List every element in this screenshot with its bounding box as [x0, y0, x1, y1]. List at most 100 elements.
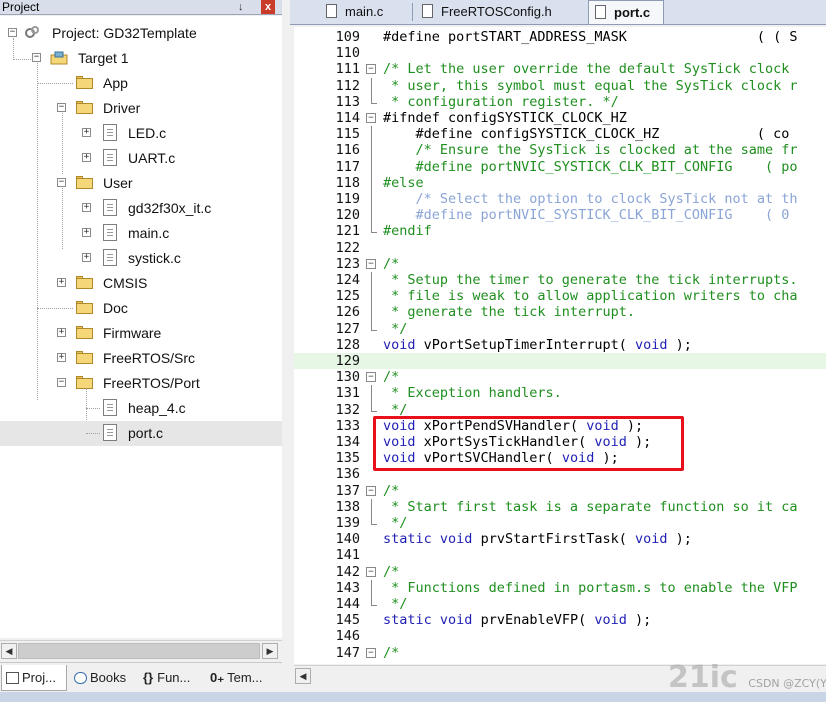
line-number: 126 [335, 304, 360, 321]
code-line[interactable]: 122 [294, 240, 826, 256]
tree-node-label: heap_4.c [128, 400, 186, 416]
code-line[interactable]: 140 static void prvStartFirstTask( void )… [294, 531, 826, 547]
tree-node-folder-freertos-src[interactable]: + FreeRTOS/Src [0, 346, 282, 371]
fold-toggle-icon[interactable]: − [366, 485, 376, 496]
pin-icon[interactable]: ↓ [238, 0, 244, 15]
fold-toggle-icon[interactable]: − [366, 113, 376, 123]
tab-templates[interactable]: 0₊ Tem... [207, 665, 281, 691]
tree-node-folder-driver[interactable]: − Driver [0, 96, 282, 121]
code-line[interactable]: 131 * Exception handlers. [294, 385, 826, 402]
editor-tab-bar: main.c FreeRTOSConfig.h port.c [290, 0, 826, 25]
code-line[interactable]: 125 * file is weak to allow application … [294, 288, 826, 305]
code-line[interactable]: 110 [294, 45, 826, 61]
project-pane-title: Project [2, 0, 40, 14]
code-line[interactable]: 145 static void prvEnableVFP( void ); [294, 612, 826, 628]
code-line[interactable]: 117 #define portNVIC_SYSTICK_CLK_BIT_CON… [294, 158, 826, 175]
code-line[interactable]: 141 [294, 547, 826, 563]
code-line[interactable]: 116 /* Ensure the SysTick is clocked at … [294, 142, 826, 159]
fold-toggle-icon[interactable]: − [366, 64, 376, 75]
tree-node-label: UART.c [128, 150, 176, 166]
expand-icon[interactable]: + [82, 228, 91, 237]
code-line[interactable]: 128 void vPortSetupTimerInterrupt( void )… [294, 337, 826, 353]
scroll-thumb[interactable] [18, 643, 260, 659]
file-tab-main[interactable]: main.c [320, 0, 412, 24]
code-line[interactable]: 142−/* [294, 564, 826, 580]
collapse-icon[interactable]: − [32, 53, 41, 62]
expand-icon[interactable]: + [82, 253, 91, 262]
project-tree[interactable]: − Project: GD32Template − Target 1 App −… [0, 16, 282, 638]
code-line[interactable]: 127 */ [294, 320, 826, 337]
code-line[interactable]: 126 * generate the tick interrupt. [294, 304, 826, 321]
code-line[interactable]: 119 /* Select the option to clock SysTic… [294, 191, 826, 208]
tree-node-folder-doc[interactable]: Doc [0, 296, 282, 321]
collapse-icon[interactable]: − [8, 28, 17, 37]
expand-icon[interactable]: + [57, 328, 66, 337]
tab-project[interactable]: Proj... [1, 665, 67, 691]
tree-node-folder-cmsis[interactable]: + CMSIS [0, 271, 282, 296]
tree-node-file-port[interactable]: port.c [0, 421, 282, 446]
scroll-right-arrow-icon[interactable]: ▶ [262, 643, 278, 659]
c-file-icon [103, 424, 117, 441]
fold-toggle-icon[interactable]: − [366, 566, 376, 577]
code-line[interactable]: 143 * Functions defined in portasm.s to … [294, 579, 826, 596]
expand-icon[interactable]: + [82, 203, 91, 212]
c-file-icon [103, 399, 117, 416]
ide-window: Project ↓ x − Project: GD32Template − Ta… [0, 0, 826, 702]
code-line[interactable]: 111−/* Let the user override the default… [294, 61, 826, 77]
code-line[interactable]: 109 #define portSTART_ADDRESS_MASK ( ( S [294, 29, 826, 45]
code-line[interactable]: 138 * Start first task is a separate fun… [294, 498, 826, 515]
folder-icon [76, 76, 93, 89]
code-line[interactable]: 121 #endif [294, 223, 826, 239]
code-line[interactable]: 144 */ [294, 596, 826, 612]
tree-node-file-systick[interactable]: + systick.c [0, 246, 282, 271]
tree-node-folder-user[interactable]: − User [0, 171, 282, 196]
tree-node-folder-app[interactable]: App [0, 71, 282, 96]
project-horizontal-scrollbar[interactable]: ◀ ▶ [0, 640, 282, 660]
tree-node-label: Target 1 [78, 50, 129, 66]
code-line[interactable]: 114− #ifndef configSYSTICK_CLOCK_HZ [294, 110, 826, 126]
tree-node-project[interactable]: − Project: GD32Template [0, 21, 282, 46]
collapse-icon[interactable]: − [57, 378, 66, 387]
code-line[interactable]: 112 * user, this symbol must equal the S… [294, 77, 826, 94]
scroll-left-arrow-icon[interactable]: ◀ [1, 643, 17, 659]
code-line[interactable]: 113 * configuration register. */ [294, 93, 826, 110]
fold-guide [371, 77, 372, 94]
fold-toggle-icon[interactable]: − [366, 647, 376, 658]
code-line[interactable]: 123−/* [294, 256, 826, 272]
expand-icon[interactable]: + [57, 278, 66, 287]
tree-node-file-main[interactable]: + main.c [0, 221, 282, 246]
code-line[interactable]: 129 [294, 353, 826, 370]
tree-node-folder-firmware[interactable]: + Firmware [0, 321, 282, 346]
code-line[interactable]: 115 #define configSYSTICK_CLOCK_HZ ( co [294, 126, 826, 143]
fold-toggle-icon[interactable]: − [366, 258, 376, 269]
file-tab-freertosconfig[interactable]: FreeRTOSConfig.h [416, 0, 584, 24]
close-pane-button[interactable]: x [261, 0, 275, 14]
code-line[interactable]: 124 * Setup the timer to generate the ti… [294, 272, 826, 289]
code-line[interactable]: 118 #else [294, 174, 826, 191]
collapse-icon[interactable]: − [57, 103, 66, 112]
tree-node-folder-freertos-port[interactable]: − FreeRTOS/Port [0, 371, 282, 396]
collapse-icon[interactable]: − [57, 178, 66, 187]
tab-books[interactable]: Books [70, 665, 136, 691]
expand-icon[interactable]: + [57, 353, 66, 362]
tree-node-target[interactable]: − Target 1 [0, 46, 282, 71]
tree-node-file-heap4[interactable]: heap_4.c [0, 396, 282, 421]
fold-toggle-icon[interactable]: − [366, 372, 376, 383]
code-line[interactable]: 130−/* [294, 369, 826, 385]
code-line[interactable]: 137−/* [294, 483, 826, 499]
code-line[interactable]: 120 #define portNVIC_SYSTICK_CLK_BIT_CON… [294, 207, 826, 224]
tree-node-file-it[interactable]: + gd32f30x_it.c [0, 196, 282, 221]
code-line[interactable]: 146 [294, 628, 826, 644]
fold-end [371, 232, 377, 234]
expand-icon[interactable]: + [82, 128, 91, 137]
line-number: 138 [335, 498, 360, 515]
expand-icon[interactable]: + [82, 153, 91, 162]
code-area[interactable]: 109 #define portSTART_ADDRESS_MASK ( ( S1… [294, 27, 826, 664]
file-tab-port-active[interactable]: port.c [588, 0, 664, 24]
code-line[interactable]: 139 */ [294, 515, 826, 531]
tree-node-file-uart[interactable]: + UART.c [0, 146, 282, 171]
c-file-icon [103, 224, 117, 241]
scroll-left-arrow-icon[interactable]: ◀ [295, 668, 311, 684]
tab-functions[interactable]: {} Fun... [139, 665, 205, 691]
tree-node-file-led[interactable]: + LED.c [0, 121, 282, 146]
